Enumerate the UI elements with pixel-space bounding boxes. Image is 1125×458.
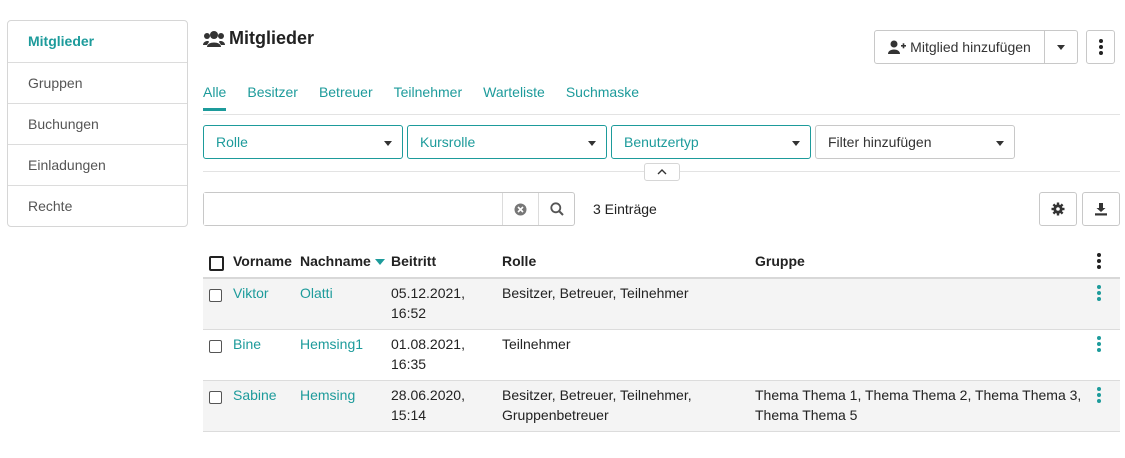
members-table: Vorname Nachname Beitritt Rolle Gruppe V… (203, 244, 1120, 432)
sidebar-item-mitglieder[interactable]: Mitglieder (8, 21, 187, 62)
page-title: Mitglieder (229, 28, 315, 48)
kebab-icon (1096, 387, 1102, 403)
filter-label: Filter hinzufügen (828, 134, 932, 150)
filter-benutzertyp[interactable]: Benutzertyp (611, 125, 811, 159)
caret-down-icon (792, 141, 800, 146)
table-row: Bine Hemsing1 01.08.2021, 16:35 Teilnehme… (203, 330, 1120, 381)
group-cell: Thema Thema 1, Thema Thema 2, Thema Them… (755, 387, 1082, 423)
last-name-link[interactable]: Hemsing (300, 385, 355, 405)
search-icon (549, 202, 564, 216)
gear-icon (1051, 202, 1065, 216)
first-name-link[interactable]: Sabine (233, 385, 277, 405)
last-name-link[interactable]: Olatti (300, 283, 333, 303)
tab-betreuer[interactable]: Betreuer (319, 84, 373, 111)
table-settings-button[interactable] (1039, 192, 1077, 226)
role-cell: Besitzer, Betreuer, Teilnehmer, Gruppenbe… (502, 387, 692, 423)
export-button[interactable] (1082, 192, 1120, 226)
page-header: Mitglieder (203, 28, 314, 49)
column-header-rolle[interactable]: Rolle (502, 251, 536, 271)
filter-rolle[interactable]: Rolle (203, 125, 403, 159)
role-cell: Besitzer, Betreuer, Teilnehmer (502, 285, 689, 301)
entry-count: 3 Einträge (593, 201, 657, 217)
caret-down-icon (384, 141, 392, 146)
column-header-nachname[interactable]: Nachname (300, 251, 385, 271)
table-row: Sabine Hemsing 28.06.2020, 15:14 Besitzer… (203, 381, 1120, 432)
add-member-dropdown-button[interactable] (1044, 30, 1078, 64)
row-checkbox[interactable] (209, 391, 222, 405)
filter-kursrolle[interactable]: Kursrolle (407, 125, 607, 159)
first-name-link[interactable]: Bine (233, 334, 261, 354)
collapse-filters-button[interactable] (644, 163, 680, 181)
sidebar-item-buchungen[interactable]: Buchungen (8, 103, 187, 144)
row-actions-button[interactable] (1096, 285, 1102, 301)
user-plus-icon (888, 40, 907, 54)
add-filter-dropdown[interactable]: Filter hinzufügen (815, 125, 1015, 159)
kebab-icon (1096, 285, 1102, 301)
tab-warteliste[interactable]: Warteliste (483, 84, 545, 111)
join-date: 05.12.2021, 16:52 (391, 285, 465, 321)
kebab-icon (1098, 39, 1104, 55)
caret-down-icon (996, 141, 1004, 146)
column-header-label: Nachname (300, 253, 371, 269)
role-cell: Teilnehmer (502, 336, 571, 352)
more-options-button[interactable] (1086, 30, 1115, 64)
column-header-beitritt[interactable]: Beitritt (391, 251, 436, 271)
tab-teilnehmer[interactable]: Teilnehmer (394, 84, 462, 111)
users-icon (203, 30, 225, 47)
tabs-divider (203, 114, 1120, 115)
last-name-link[interactable]: Hemsing1 (300, 334, 363, 354)
table-row: Viktor Olatti 05.12.2021, 16:52 Besitzer,… (203, 279, 1120, 330)
sort-desc-icon (374, 259, 385, 266)
row-actions-button[interactable] (1096, 336, 1102, 352)
tab-besitzer[interactable]: Besitzer (247, 84, 298, 111)
add-member-button[interactable]: Mitglied hinzufügen (874, 30, 1045, 64)
kebab-icon (1096, 253, 1102, 269)
search-input[interactable] (204, 193, 502, 225)
clear-circle-icon (514, 203, 527, 215)
tab-alle[interactable]: Alle (203, 84, 227, 111)
tab-suchmaske[interactable]: Suchmaske (566, 84, 639, 111)
join-date: 01.08.2021, 16:35 (391, 336, 465, 372)
filter-label: Rolle (216, 134, 248, 150)
table-header: Vorname Nachname Beitritt Rolle Gruppe (203, 244, 1120, 279)
filter-label: Kursrolle (420, 134, 476, 150)
sidebar-item-gruppen[interactable]: Gruppen (8, 62, 187, 103)
first-name-link[interactable]: Viktor (233, 283, 269, 303)
clear-search-button[interactable] (502, 193, 538, 225)
sidebar-item-einladungen[interactable]: Einladungen (8, 144, 187, 185)
column-header-vorname[interactable]: Vorname (233, 251, 292, 271)
filter-label: Benutzertyp (624, 134, 699, 150)
chevron-up-icon (657, 169, 667, 175)
search-button[interactable] (538, 193, 574, 225)
sidebar-nav: Mitglieder Gruppen Buchungen Einladungen… (7, 20, 188, 227)
row-actions-button[interactable] (1096, 387, 1102, 403)
caret-down-icon (1057, 44, 1065, 50)
row-checkbox[interactable] (209, 289, 222, 303)
row-checkbox[interactable] (209, 340, 222, 354)
join-date: 28.06.2020, 15:14 (391, 387, 465, 423)
sidebar-item-rechte[interactable]: Rechte (8, 185, 187, 226)
tab-bar: Alle Besitzer Betreuer Teilnehmer Wartel… (203, 84, 660, 111)
caret-down-icon (588, 141, 596, 146)
select-all-checkbox[interactable] (209, 256, 224, 272)
add-member-label: Mitglied hinzufügen (910, 39, 1031, 55)
search-bar (203, 192, 575, 226)
column-header-gruppe[interactable]: Gruppe (755, 251, 1085, 271)
download-icon (1095, 203, 1107, 216)
column-options-button[interactable] (1096, 253, 1102, 269)
kebab-icon (1096, 336, 1102, 352)
